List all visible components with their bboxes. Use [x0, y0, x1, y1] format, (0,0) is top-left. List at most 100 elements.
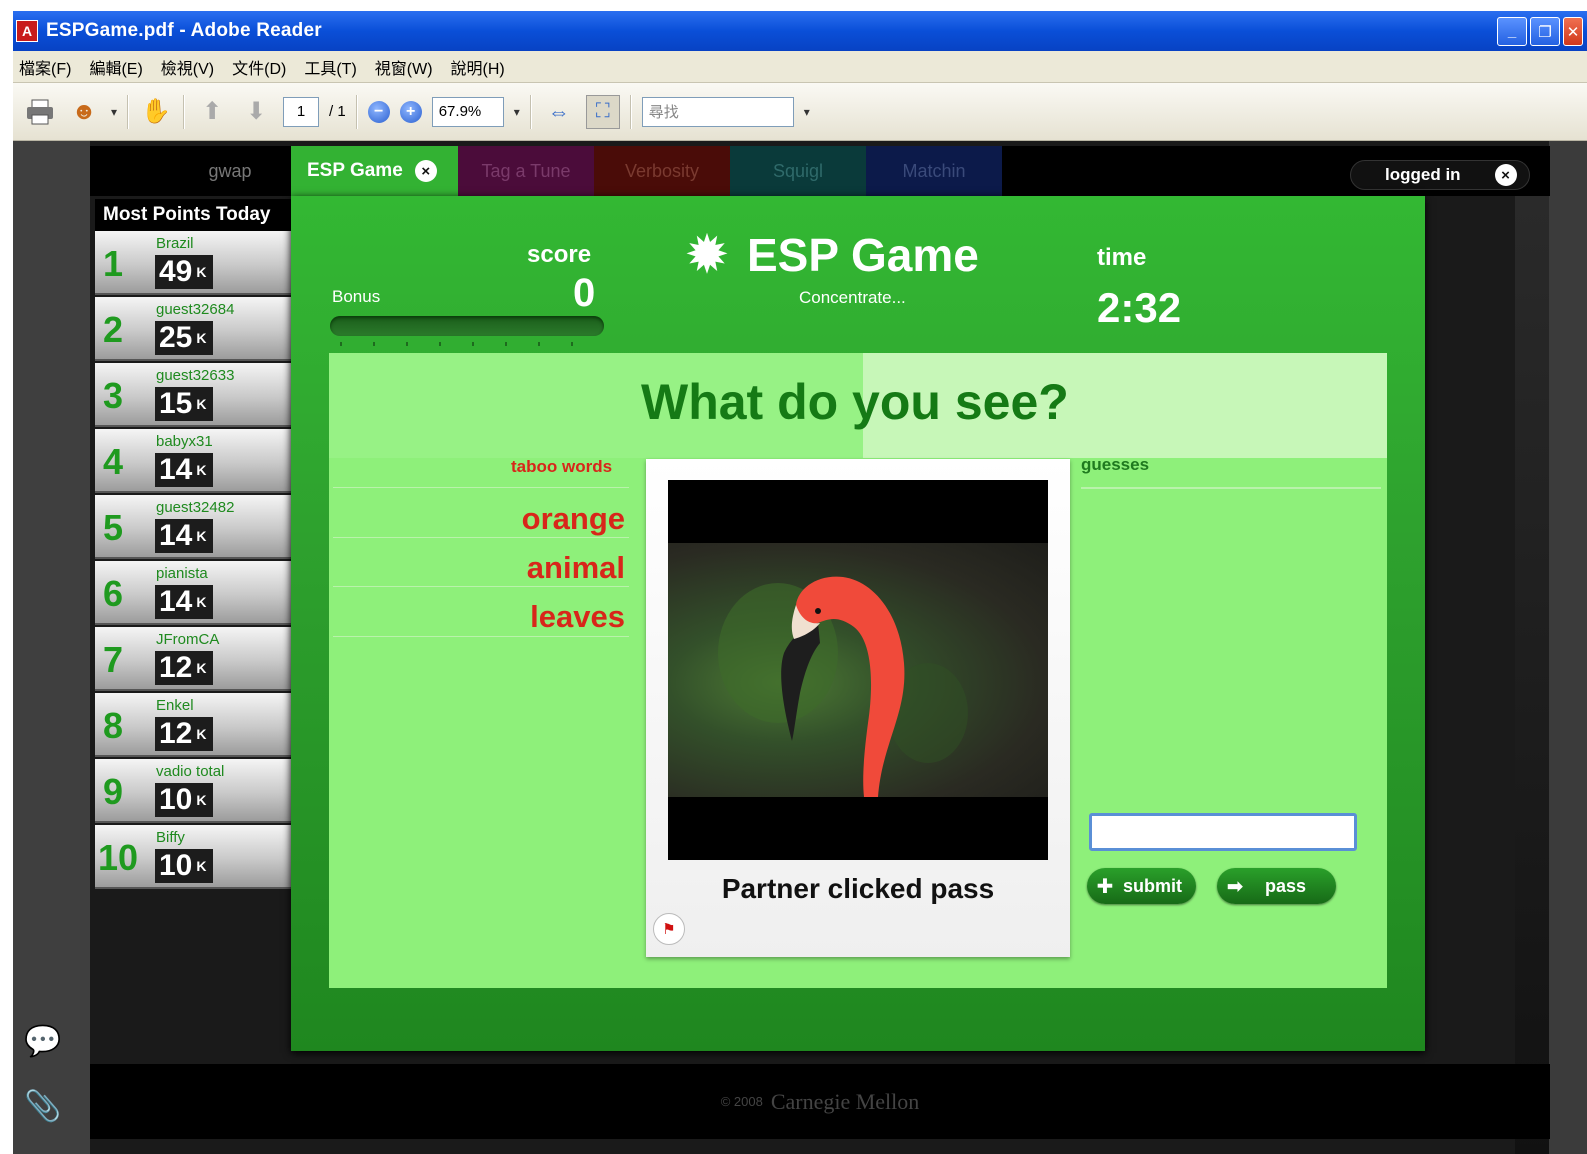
close-icon[interactable]: × [414, 160, 437, 182]
toolbar-divider [355, 94, 358, 129]
leaderboard-row: 3 guest32633 15 K [95, 363, 291, 427]
points-value: 14 [159, 519, 193, 552]
player-name: guest32633 [156, 367, 235, 384]
submit-button[interactable]: ✚ submit [1087, 868, 1197, 904]
menu-edit[interactable]: 編輯(E) [89, 55, 142, 79]
points-unit: K [196, 660, 207, 676]
player-name: pianista [156, 565, 208, 582]
tab-esp-game-label: ESP Game [307, 160, 403, 181]
rank: 8 [103, 705, 124, 746]
esp-game-panel: score 0 Bonus ✹ ESP Game Concentrate... … [291, 196, 1425, 1051]
player-points: 14 K [155, 453, 213, 487]
player-points: 14 K [155, 519, 213, 553]
player-name: Brazil [156, 235, 194, 252]
points-unit: K [196, 528, 207, 544]
chevron-down-icon[interactable]: ▾ [111, 105, 117, 119]
menu-window[interactable]: 視窗(W) [375, 55, 433, 79]
restore-icon[interactable]: ❐ [1530, 17, 1560, 46]
tab-squigl[interactable]: Squigl [730, 146, 866, 196]
points-unit: K [196, 792, 207, 808]
player-points: 49 K [155, 255, 213, 289]
guess-input[interactable] [1089, 813, 1357, 851]
menu-bar: 檔案(F) 編輯(E) 檢視(V) 文件(D) 工具(T) 視窗(W) 說明(H… [13, 51, 1587, 83]
player-points: 14 K [155, 585, 213, 619]
reader-toolbar: ☻ ▾ ✋ ⬆ ⬇ / 1 − + ▾ ⇔ ⛶ ▾ [13, 83, 1587, 141]
review-icon[interactable]: ☻ [67, 95, 101, 129]
page-edge [1549, 141, 1587, 1154]
close-icon[interactable]: × [1494, 164, 1517, 186]
game-image [668, 480, 1048, 860]
minimize-icon[interactable]: _ [1497, 17, 1527, 46]
points-unit: K [196, 330, 207, 346]
player-points: 10 K [155, 783, 213, 817]
guesses-label: guesses [1081, 455, 1150, 474]
pdf-icon: A [16, 20, 38, 42]
toolbar-divider [127, 94, 130, 129]
leaderboard-row: 6 pianista 14 K [95, 561, 291, 625]
leaderboard-row: 7 JFromCA 12 K [95, 627, 291, 691]
points-value: 12 [159, 717, 193, 750]
page-up-icon[interactable]: ⬆ [195, 95, 229, 129]
page-number-input[interactable] [283, 96, 320, 127]
menu-document[interactable]: 文件(D) [232, 55, 286, 79]
player-points: 12 K [155, 717, 213, 751]
copyright: © 2008 [720, 1094, 763, 1109]
flag-icon[interactable]: ⚑ [653, 913, 685, 945]
player-name: JFromCA [156, 631, 220, 648]
window-title: ESPGame.pdf - Adobe Reader [46, 20, 322, 41]
rank: 3 [103, 375, 124, 416]
print-icon[interactable] [23, 95, 57, 129]
hand-icon[interactable]: ✋ [139, 95, 173, 129]
points-unit: K [196, 594, 207, 610]
zoom-out-icon[interactable]: − [367, 100, 390, 123]
pass-button[interactable]: ➡ pass [1217, 868, 1337, 904]
game-title-text: ESP Game [747, 229, 979, 281]
page-down-icon[interactable]: ⬇ [239, 95, 273, 129]
rank: 10 [98, 837, 139, 878]
player-name: Biffy [156, 829, 185, 846]
player-name: babyx31 [156, 433, 213, 450]
tab-matchin[interactable]: Matchin [866, 146, 1002, 196]
leaderboard-row: 2 guest32684 25 K [95, 297, 291, 361]
zoom-input[interactable] [431, 96, 504, 127]
close-icon[interactable]: ✕ [1563, 17, 1583, 46]
plus-icon: ✚ [1096, 875, 1114, 898]
chevron-down-icon[interactable]: ▾ [514, 105, 520, 119]
rank: 2 [103, 309, 124, 350]
tab-esp-game[interactable]: ESP Game × [291, 146, 458, 196]
taboo-word: orange [521, 501, 625, 536]
menu-file[interactable]: 檔案(F) [19, 55, 71, 79]
game-status: Concentrate... [799, 288, 906, 307]
menu-view[interactable]: 檢視(V) [161, 55, 214, 79]
menu-tools[interactable]: 工具(T) [304, 55, 356, 79]
divider [333, 487, 629, 488]
points-value: 14 [159, 585, 193, 618]
bonus-ticks [340, 342, 600, 346]
points-value: 10 [159, 783, 193, 816]
chevron-down-icon[interactable]: ▾ [804, 105, 810, 119]
gwap-logo[interactable]: gwap [180, 146, 280, 196]
tab-verbosity[interactable]: Verbosity [594, 146, 730, 196]
menu-help[interactable]: 說明(H) [451, 55, 505, 79]
taboo-word: leaves [530, 599, 625, 634]
account-menu[interactable]: logged in × [1350, 160, 1530, 190]
taboo-label: taboo words [511, 457, 613, 476]
zoom-in-icon[interactable]: + [399, 100, 422, 123]
points-unit: K [196, 726, 207, 742]
page-footer: © 2008 Carnegie Mellon [90, 1064, 1550, 1139]
fit-page-icon[interactable]: ⛶ [585, 94, 620, 129]
submit-label: submit [1123, 875, 1183, 896]
image-card: Partner clicked pass ⚑ [646, 459, 1070, 957]
points-value: 14 [159, 453, 193, 486]
comments-icon[interactable]: 💬 [23, 1021, 63, 1061]
points-value: 15 [159, 387, 193, 420]
bonus-progress-bar [330, 316, 604, 336]
tab-tag-a-tune[interactable]: Tag a Tune [458, 146, 594, 196]
leaderboard-row: 8 Enkel 12 K [95, 693, 291, 757]
player-name: Enkel [156, 697, 194, 714]
attachment-icon[interactable]: 📎 [23, 1086, 63, 1126]
rank: 7 [103, 639, 124, 680]
fit-width-icon[interactable]: ⇔ [542, 95, 576, 129]
page-total: / 1 [329, 103, 346, 120]
search-input[interactable] [641, 96, 794, 127]
